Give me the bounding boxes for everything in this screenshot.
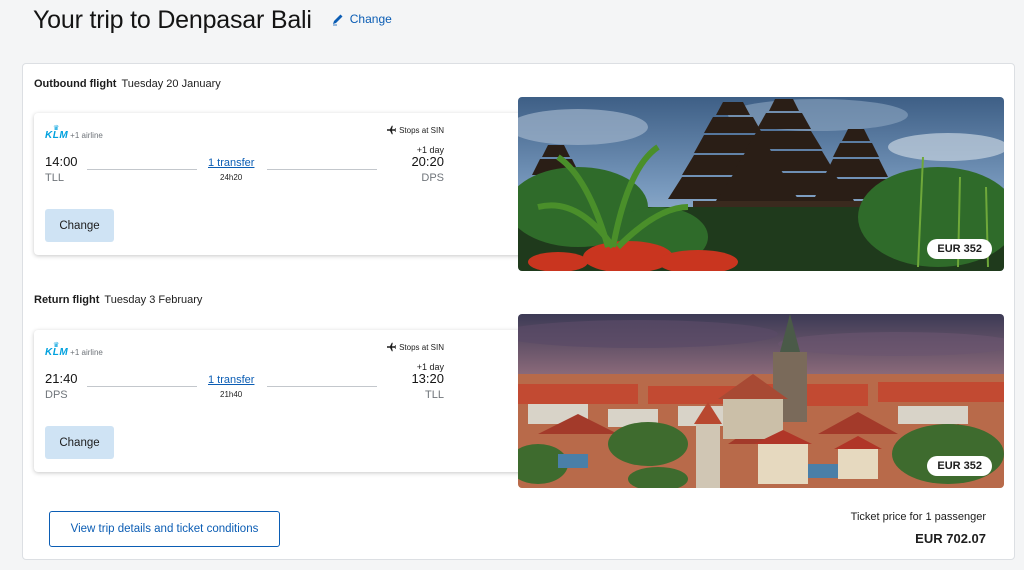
return-stops-label: Stops at SIN [399, 342, 444, 352]
outbound-stops-label: Stops at SIN [399, 125, 444, 135]
return-flight-card: ♛ KLM +1 airline Stops at SIN 21:40 DPS … [34, 330, 530, 472]
outbound-change-button[interactable]: Change [45, 209, 114, 242]
view-trip-details-button[interactable]: View trip details and ticket conditions [49, 511, 280, 547]
return-airline-extra: +1 airline [70, 348, 103, 357]
outbound-heading-label: Outbound flight [34, 78, 117, 90]
return-route-line [87, 386, 197, 387]
outbound-departure-time: 14:00 [45, 154, 78, 169]
outbound-transfer-link[interactable]: 1 transfer [208, 157, 254, 169]
return-arrival-time: 13:20 [411, 371, 444, 386]
return-date: Tuesday 3 February [104, 294, 203, 306]
return-airline: ♛ KLM +1 airline [45, 341, 103, 358]
outbound-airline: ♛ KLM +1 airline [45, 124, 103, 141]
trip-panel: Outbound flight Tuesday 20 January ♛ KLM … [22, 63, 1015, 560]
change-destination-label: Change [349, 12, 392, 26]
return-route-line [267, 386, 377, 387]
page-header: Your trip to Denpasar Bali Change [33, 6, 392, 35]
return-price-badge: EUR 352 [927, 456, 992, 476]
change-destination-link[interactable]: Change [331, 12, 392, 26]
outbound-departure-code: TLL [45, 172, 64, 184]
return-heading: Return flight Tuesday 3 February [34, 294, 202, 306]
outbound-arrival-time: 20:20 [411, 154, 444, 169]
plane-icon [387, 125, 397, 135]
tallinn-city-image: EUR 352 [518, 314, 1004, 488]
return-airline-logo-text: KLM [45, 346, 69, 358]
pencil-icon [332, 14, 343, 26]
plane-icon [387, 342, 397, 352]
bali-temple-image: EUR 352 [518, 97, 1004, 271]
outbound-date: Tuesday 20 January [121, 78, 221, 90]
outbound-heading: Outbound flight Tuesday 20 January [34, 78, 221, 90]
outbound-airline-logo-text: KLM [45, 129, 69, 141]
outbound-price-badge: EUR 352 [927, 239, 992, 259]
outbound-stops: Stops at SIN [386, 125, 444, 135]
outbound-arrival-code: DPS [421, 172, 444, 184]
outbound-flight-card: ♛ KLM +1 airline Stops at SIN 14:00 TLL … [34, 113, 530, 255]
return-departure-time: 21:40 [45, 371, 78, 386]
klm-logo-icon: ♛ KLM [45, 124, 69, 141]
outbound-duration: 24h20 [220, 173, 243, 182]
return-transfer-link[interactable]: 1 transfer [208, 374, 254, 386]
return-stops: Stops at SIN [386, 342, 444, 352]
outbound-airline-extra: +1 airline [70, 131, 103, 140]
klm-logo-icon: ♛ KLM [45, 341, 69, 358]
ticket-total-price: EUR 702.07 [915, 531, 986, 546]
return-arrival-code: TLL [425, 389, 444, 401]
ticket-price-label: Ticket price for 1 passenger [850, 511, 986, 523]
outbound-route-line [87, 169, 197, 170]
return-departure-code: DPS [45, 389, 68, 401]
page-title: Your trip to Denpasar Bali [33, 6, 312, 34]
return-heading-label: Return flight [34, 294, 100, 306]
return-change-button[interactable]: Change [45, 426, 114, 459]
outbound-route-line [267, 169, 377, 170]
return-duration: 21h40 [220, 390, 243, 399]
